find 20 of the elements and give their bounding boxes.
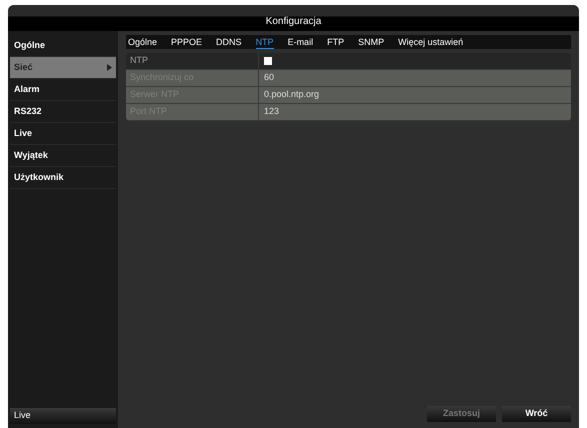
tab[interactable]: Więcej ustawień bbox=[398, 36, 464, 48]
window-title: Konfiguracja bbox=[266, 15, 322, 29]
tab[interactable]: FTP bbox=[327, 36, 344, 48]
tab[interactable]: PPPOE bbox=[171, 36, 202, 48]
sidebar-item[interactable]: Alarm bbox=[10, 79, 116, 101]
live-button[interactable]: Live bbox=[10, 408, 116, 424]
sidebar-item[interactable]: RS232 bbox=[10, 101, 116, 123]
sidebar-item[interactable]: Użytkownik bbox=[10, 167, 116, 189]
sidebar-item[interactable]: Wyjątek bbox=[10, 145, 116, 167]
sidebar-item[interactable]: Live bbox=[10, 123, 116, 145]
tab[interactable]: E-mail bbox=[288, 36, 314, 48]
tab[interactable]: SNMP bbox=[358, 36, 384, 48]
tab[interactable]: NTP bbox=[256, 36, 274, 48]
sidebar-item[interactable]: Sieć bbox=[10, 57, 116, 79]
tab[interactable]: Ogólne bbox=[128, 36, 158, 48]
checkbox[interactable] bbox=[264, 57, 272, 65]
setting-label: NTP bbox=[126, 53, 259, 69]
tab[interactable]: DDNS bbox=[216, 36, 242, 48]
dialog-button[interactable]: Wróć bbox=[502, 406, 571, 422]
chevron-right-icon bbox=[107, 64, 112, 71]
